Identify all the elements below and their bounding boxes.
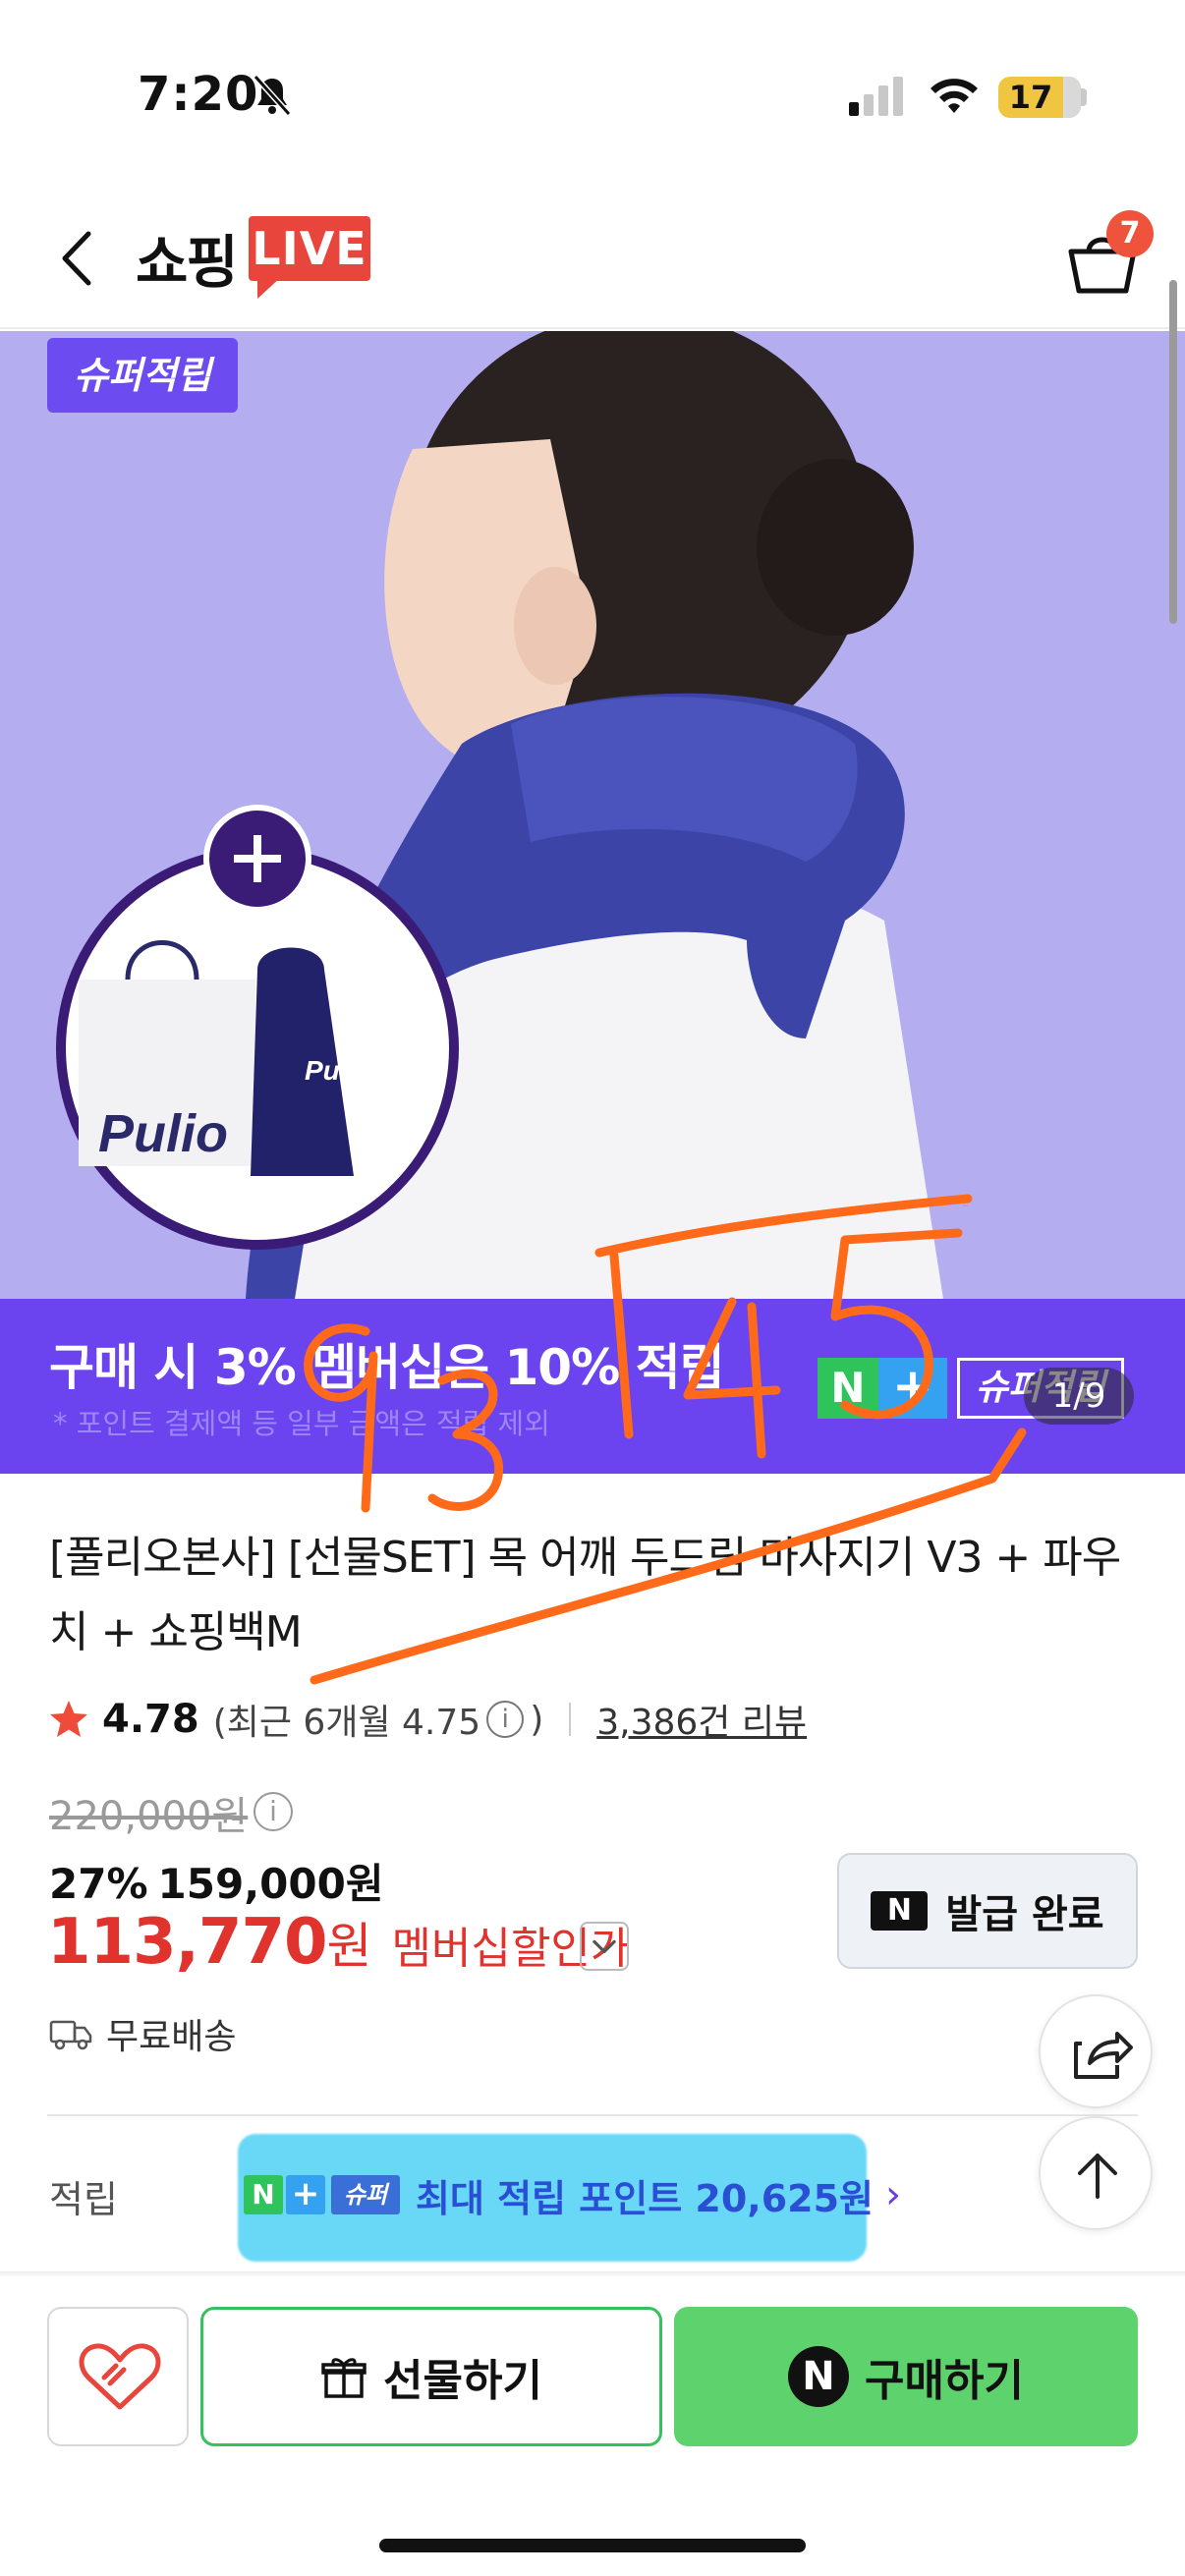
gift-brand-bag-logo: Pulio	[98, 1104, 228, 1163]
gift-brand-pouch-logo: Pulio	[305, 1055, 371, 1086]
discount-row: 27% 159,000원	[49, 1851, 393, 1911]
wishlist-button[interactable]	[47, 2307, 189, 2446]
status-time: 7:20	[138, 67, 259, 122]
home-indicator	[379, 2539, 806, 2552]
arrow-up-icon	[1078, 2154, 1117, 2199]
product-photo: Pulio Pulio	[0, 331, 1185, 1299]
discount-rate: 27%	[49, 1860, 148, 1908]
live-badge[interactable]: LIVE	[249, 216, 370, 281]
rating-recent-close: )	[530, 1699, 544, 1740]
truck-icon	[49, 2020, 92, 2050]
share-button[interactable]	[1039, 1994, 1153, 2108]
product-title: [풀리오본사] [선물SET] 목 어깨 두드림 마사지기 V3 + 파우치 +…	[49, 1533, 1121, 1657]
review-count-link[interactable]: 3,386건 리뷰	[596, 1694, 807, 1745]
scroll-top-button[interactable]	[1039, 2116, 1153, 2230]
scrollbar[interactable]	[1169, 280, 1177, 624]
back-chevron-icon[interactable]	[49, 224, 108, 293]
naver-n-badge: N	[244, 2175, 283, 2214]
points-label: 적립	[49, 2178, 118, 2221]
promo-subtext: * 포인트 결제액 등 일부 금액은 적립 제외	[53, 1407, 550, 1440]
member-price-row: 113,770 원 멤버십할인가	[47, 1906, 630, 1981]
chevron-right-icon: ›	[885, 2172, 902, 2217]
status-bar: 7:20 17	[0, 0, 1185, 187]
max-points-link[interactable]: N + 슈퍼 최대 적립 포인트 20,625원 ›	[244, 2171, 902, 2220]
max-points-text: 최대 적립 포인트 20,625원	[416, 2176, 875, 2220]
image-page-counter: 1/9	[1024, 1368, 1134, 1425]
app-header: 쇼핑 LIVE 7	[0, 187, 1185, 329]
cart-count-badge: 7	[1106, 210, 1154, 257]
naver-n-badge: N	[818, 1358, 878, 1419]
info-icon[interactable]: i	[486, 1701, 525, 1738]
rating-value: 4.78	[102, 1697, 199, 1742]
plus-badge: +	[878, 1358, 947, 1419]
super-badge: 슈퍼	[331, 2175, 400, 2214]
gift-button[interactable]: 선물하기	[200, 2307, 662, 2446]
share-icon	[1074, 2032, 1133, 2079]
star-icon	[50, 1701, 87, 1737]
promo-band: 구매 시 3% 멤버십은 10% 적립 * 포인트 결제액 등 일부 금액은 적…	[0, 1299, 1185, 1474]
section-divider	[47, 2114, 1138, 2116]
battery-level: 17	[1008, 79, 1053, 116]
shipping-row: 무료배송	[49, 2008, 236, 2059]
member-price: 113,770	[47, 1906, 327, 1979]
rating-row: 4.78 (최근 6개월 4.75 i ) 3,386건 리뷰	[47, 1692, 807, 1747]
naver-n-icon: N	[871, 1891, 929, 1931]
coupon-issued-button[interactable]: N 발급 완료	[837, 1853, 1138, 1969]
bell-slash-icon	[253, 74, 292, 117]
super-points-tag: 슈퍼적립	[47, 338, 238, 413]
logo-text[interactable]: 쇼핑	[136, 216, 239, 299]
promo-title: 구매 시 3% 멤버십은 10% 적립	[49, 1339, 725, 1396]
plus-badge: +	[286, 2175, 325, 2214]
naver-n-icon: N	[788, 2346, 850, 2407]
coupon-label: 발급 완료	[945, 1892, 1104, 1937]
gift-label: 선물하기	[383, 2356, 542, 2406]
chevron-down-icon[interactable]	[580, 1922, 629, 1971]
member-price-unit: 원	[326, 1918, 372, 1975]
gift-icon	[321, 2358, 367, 2398]
rating-recent-open: (최근 6개월 4.75	[212, 1703, 481, 1743]
original-price: 220,000원	[49, 1794, 249, 1839]
wifi-icon	[931, 79, 978, 113]
product-image-carousel[interactable]: Pulio Pulio	[0, 331, 1185, 1299]
price-info-icon[interactable]: i	[254, 1792, 293, 1831]
heart-icon	[79, 2343, 161, 2410]
buy-button[interactable]: N 구매하기	[674, 2307, 1138, 2446]
shipping-label: 무료배송	[106, 2017, 237, 2057]
buy-label: 구매하기	[865, 2356, 1024, 2406]
signal-icon	[849, 77, 903, 116]
sale-price: 159,000원	[157, 1860, 384, 1908]
